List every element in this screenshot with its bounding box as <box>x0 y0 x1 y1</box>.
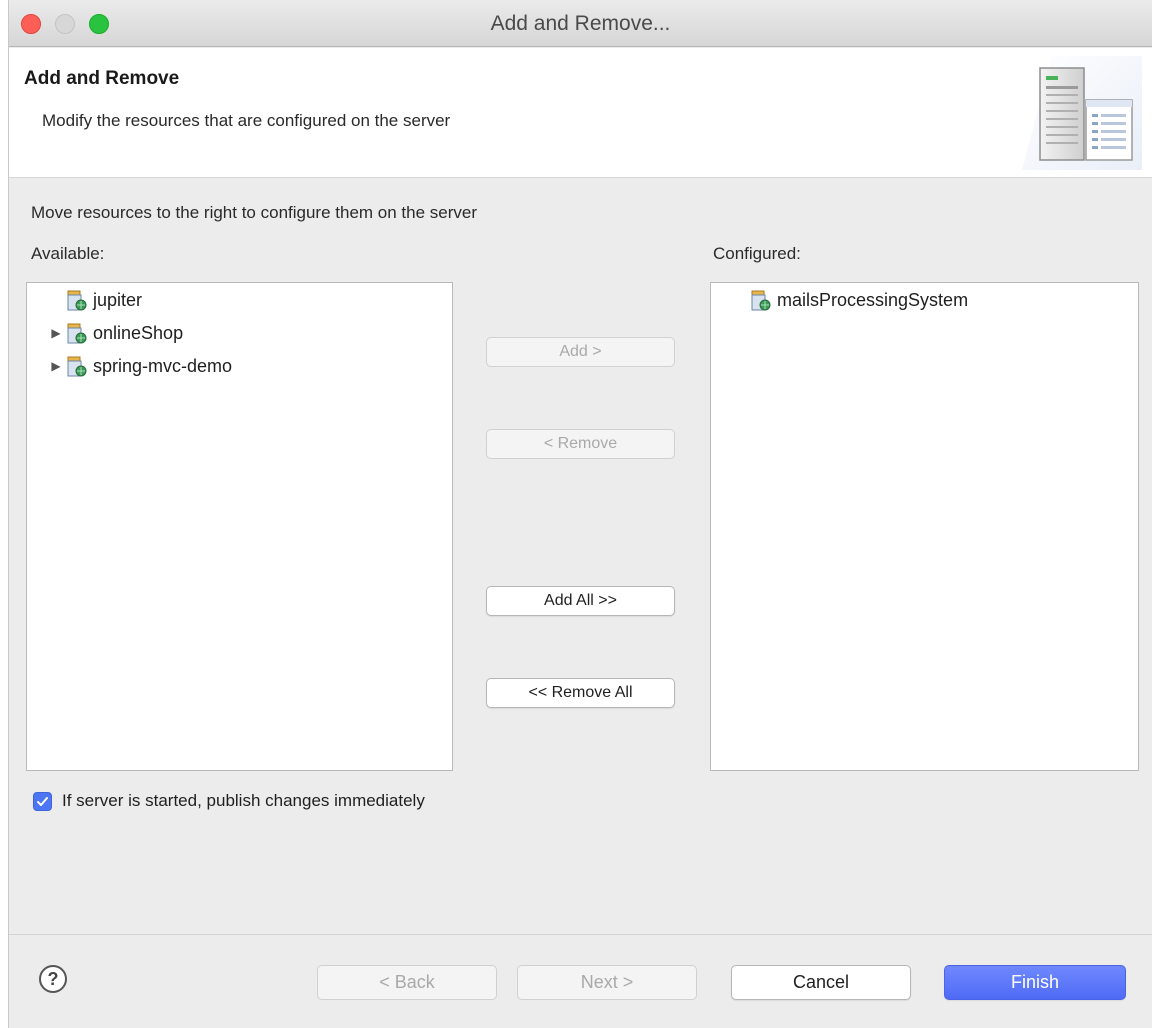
available-resources-list[interactable]: jupiter ▶ onlineShop ▶ spring-mvc-demo <box>26 282 453 771</box>
expand-arrow-icon[interactable]: ▶ <box>47 324 65 342</box>
dialog-window: Add and Remove... Add and Remove Modify … <box>8 0 1152 1028</box>
web-project-icon <box>65 288 89 312</box>
remove-button[interactable]: < Remove <box>486 429 675 459</box>
next-button[interactable]: Next > <box>517 965 697 1000</box>
expand-arrow-icon[interactable]: ▶ <box>47 357 65 375</box>
title-bar: Add and Remove... <box>9 0 1152 47</box>
cancel-button[interactable]: Cancel <box>731 965 911 1000</box>
tree-item-label: jupiter <box>93 289 143 310</box>
finish-button[interactable]: Finish <box>944 965 1126 1000</box>
tree-item-spring-mvc-demo[interactable]: ▶ spring-mvc-demo <box>47 351 232 381</box>
publish-checkbox-label: If server is started, publish changes im… <box>62 791 425 810</box>
publish-checkbox[interactable] <box>33 791 52 811</box>
page-description: Modify the resources that are configured… <box>42 111 451 130</box>
web-project-icon <box>65 321 89 345</box>
instruction-text: Move resources to the right to configure… <box>31 203 478 222</box>
help-icon[interactable]: ? <box>38 964 68 994</box>
remove-all-button[interactable]: << Remove All <box>486 678 675 708</box>
tree-item-onlineshop[interactable]: ▶ onlineShop <box>47 318 183 348</box>
publish-immediately-option[interactable]: If server is started, publish changes im… <box>33 791 425 811</box>
web-project-icon <box>65 354 89 378</box>
tree-item-label: mailsProcessingSystem <box>777 289 969 310</box>
window-title: Add and Remove... <box>490 12 671 35</box>
configured-resources-list[interactable]: mailsProcessingSystem <box>710 282 1139 771</box>
back-button[interactable]: < Back <box>317 965 497 1000</box>
tree-item-label: onlineShop <box>93 322 184 343</box>
configured-label: Configured: <box>713 244 801 263</box>
tree-item-jupiter[interactable]: jupiter <box>47 285 142 315</box>
wizard-header: Add and Remove Modify the resources that… <box>9 48 1152 178</box>
tree-item-mailsprocessingsystem[interactable]: mailsProcessingSystem <box>731 285 968 315</box>
checkmark-icon <box>37 796 48 806</box>
svg-text:?: ? <box>48 969 59 989</box>
server-banner-icon <box>1012 56 1142 170</box>
footer-divider <box>9 934 1152 935</box>
page-title: Add and Remove <box>24 68 180 89</box>
web-project-icon <box>749 288 773 312</box>
add-button[interactable]: Add > <box>486 337 675 367</box>
available-label: Available: <box>31 244 105 263</box>
add-all-button[interactable]: Add All >> <box>486 586 675 616</box>
tree-item-label: spring-mvc-demo <box>93 355 233 376</box>
